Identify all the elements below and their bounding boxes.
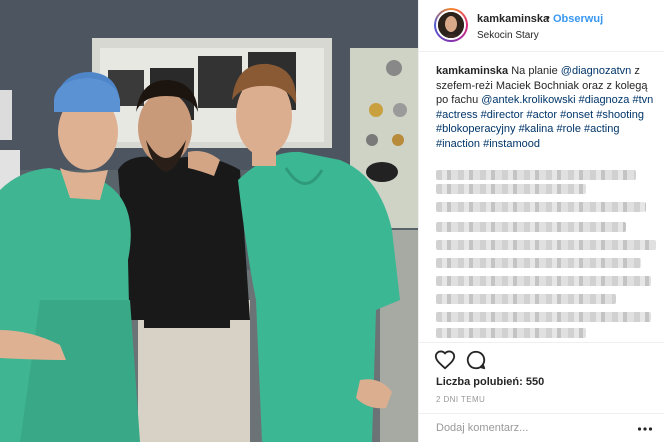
comment-input[interactable] (436, 422, 636, 434)
hashtag-link[interactable]: #tvn (632, 94, 653, 106)
blurred-comment-line (436, 258, 641, 268)
hashtag-link[interactable]: #actress (436, 109, 478, 121)
mention-link-antek[interactable]: @antek.krolikowski (481, 94, 575, 106)
hashtag-link[interactable]: #inaction (436, 138, 480, 150)
post-timestamp[interactable]: 2 DNI TEMU (436, 395, 485, 404)
mention-link-diagnozatvn[interactable]: @diagnozatvn (561, 65, 632, 77)
ellipsis-icon[interactable] (637, 422, 653, 436)
blurred-comment-line (436, 328, 586, 338)
likes-number: 550 (525, 376, 545, 388)
blurred-comment-line (436, 202, 646, 212)
blurred-comment-line (436, 184, 586, 194)
blurred-comment-line (436, 312, 651, 322)
hashtag-link[interactable]: #diagnoza (579, 94, 630, 106)
header-separator: • (546, 12, 550, 24)
comment-icon[interactable] (465, 349, 487, 371)
follow-button[interactable]: Obserwuj (553, 13, 603, 25)
hashtag-link[interactable]: #shooting (596, 109, 644, 121)
hashtag-link[interactable]: #acting (584, 123, 619, 135)
likes-count[interactable]: Liczba polubień: 550 (436, 376, 544, 388)
comment-bar (419, 413, 664, 442)
blurred-comment-line (436, 294, 616, 304)
blurred-comment-line (436, 276, 651, 286)
header-username-link[interactable]: kamkaminska (477, 13, 549, 25)
post-photo[interactable] (0, 0, 418, 442)
location-link[interactable]: Sekocin Stary (477, 30, 539, 41)
hashtag-link[interactable]: #instamood (483, 138, 540, 150)
post-header: kamkaminska • Obserwuj Sekocin Stary (419, 0, 664, 52)
avatar[interactable] (434, 8, 468, 42)
blurred-comment-line (436, 240, 656, 250)
hashtag-link[interactable]: #onset (560, 109, 593, 121)
hashtag-link[interactable]: #director (481, 109, 524, 121)
hashtag-link[interactable]: #kalina (519, 123, 554, 135)
hashtag-link[interactable]: #role (556, 123, 580, 135)
post-sidebar: kamkaminska • Obserwuj Sekocin Stary kam… (418, 0, 664, 442)
post-caption: kamkaminska Na planie @diagnozatvn z sze… (436, 64, 658, 151)
caption-text-1: Na planie (511, 65, 558, 77)
avatar-image (436, 10, 466, 40)
blurred-comment-line (436, 170, 636, 180)
likes-label: Liczba polubień: (436, 376, 523, 388)
hashtag-link[interactable]: #actor (527, 109, 558, 121)
post-actions: Liczba polubień: 550 2 DNI TEMU (419, 342, 664, 442)
blurred-comment-line (436, 222, 626, 232)
hashtag-link[interactable]: #blokoperacyjny (436, 123, 516, 135)
blurred-comments (436, 166, 661, 342)
heart-icon[interactable] (434, 349, 456, 371)
photo-scene (0, 0, 418, 442)
caption-username-link[interactable]: kamkaminska (436, 65, 508, 77)
